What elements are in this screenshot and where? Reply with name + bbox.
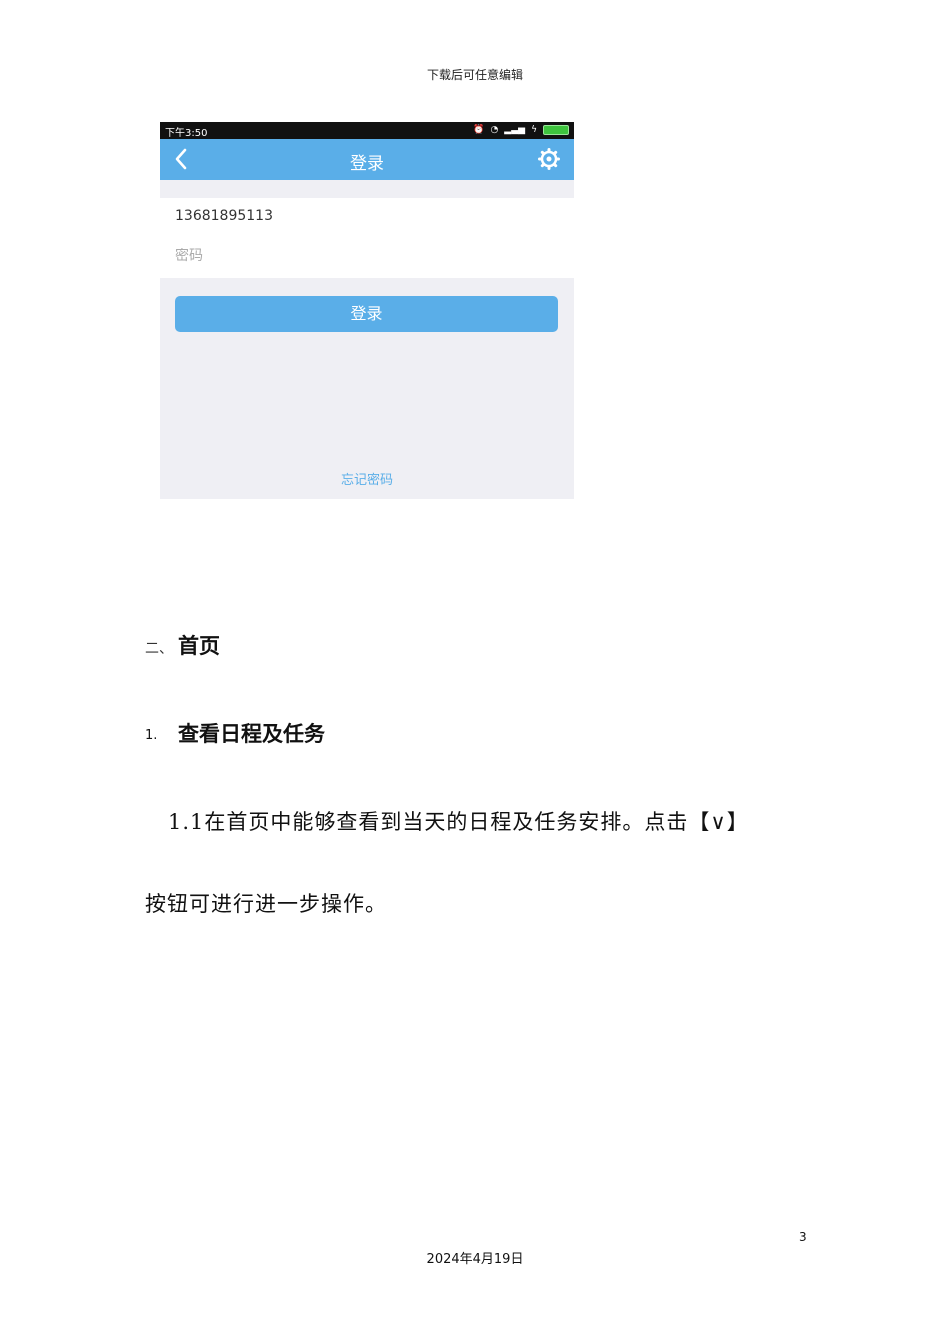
password-field-row <box>160 238 574 278</box>
battery-icon <box>543 125 569 135</box>
alarm-icon: ⏰ <box>473 125 485 135</box>
forgot-password-link[interactable]: 忘记密码 <box>160 469 574 488</box>
password-input[interactable] <box>175 248 555 264</box>
account-field-row <box>160 198 574 239</box>
page-number: 3 <box>799 1230 807 1244</box>
paragraph-line-1: 1.1在首页中能够查看到当天的日程及任务安排。点击【∨】 <box>168 810 749 834</box>
signal-icon: ▂▃▅ <box>504 125 526 135</box>
section-title: 首页 <box>178 634 220 658</box>
title-bar: 登录 <box>160 139 574 180</box>
page-header-note: 下载后可任意编辑 <box>426 68 523 82</box>
status-time: 下午3:50 <box>165 128 208 139</box>
footer-date: 2024年4月19日 <box>426 1252 524 1267</box>
paragraph-line-2: 按钮可进行进一步操作。 <box>145 892 387 916</box>
login-screenshot: 下午3:50 ⏰ ◔ ▂▃▅ ϟ 登录 13681895113 登录 忘记密码 <box>160 122 574 499</box>
page-title: 登录 <box>350 154 384 174</box>
account-input[interactable] <box>175 208 555 224</box>
subsection-number: 1. <box>145 728 158 743</box>
section-number: 二、 <box>145 641 173 657</box>
status-icons: ⏰ ◔ ▂▃▅ ϟ <box>473 123 569 137</box>
wifi-icon: ◔ <box>490 125 499 135</box>
subsection-title: 查看日程及任务 <box>178 722 325 746</box>
gear-icon[interactable] <box>538 148 560 170</box>
charging-icon: ϟ <box>531 125 537 135</box>
login-button[interactable]: 登录 <box>175 296 558 332</box>
status-bar: 下午3:50 ⏰ ◔ ▂▃▅ ϟ <box>160 122 574 139</box>
